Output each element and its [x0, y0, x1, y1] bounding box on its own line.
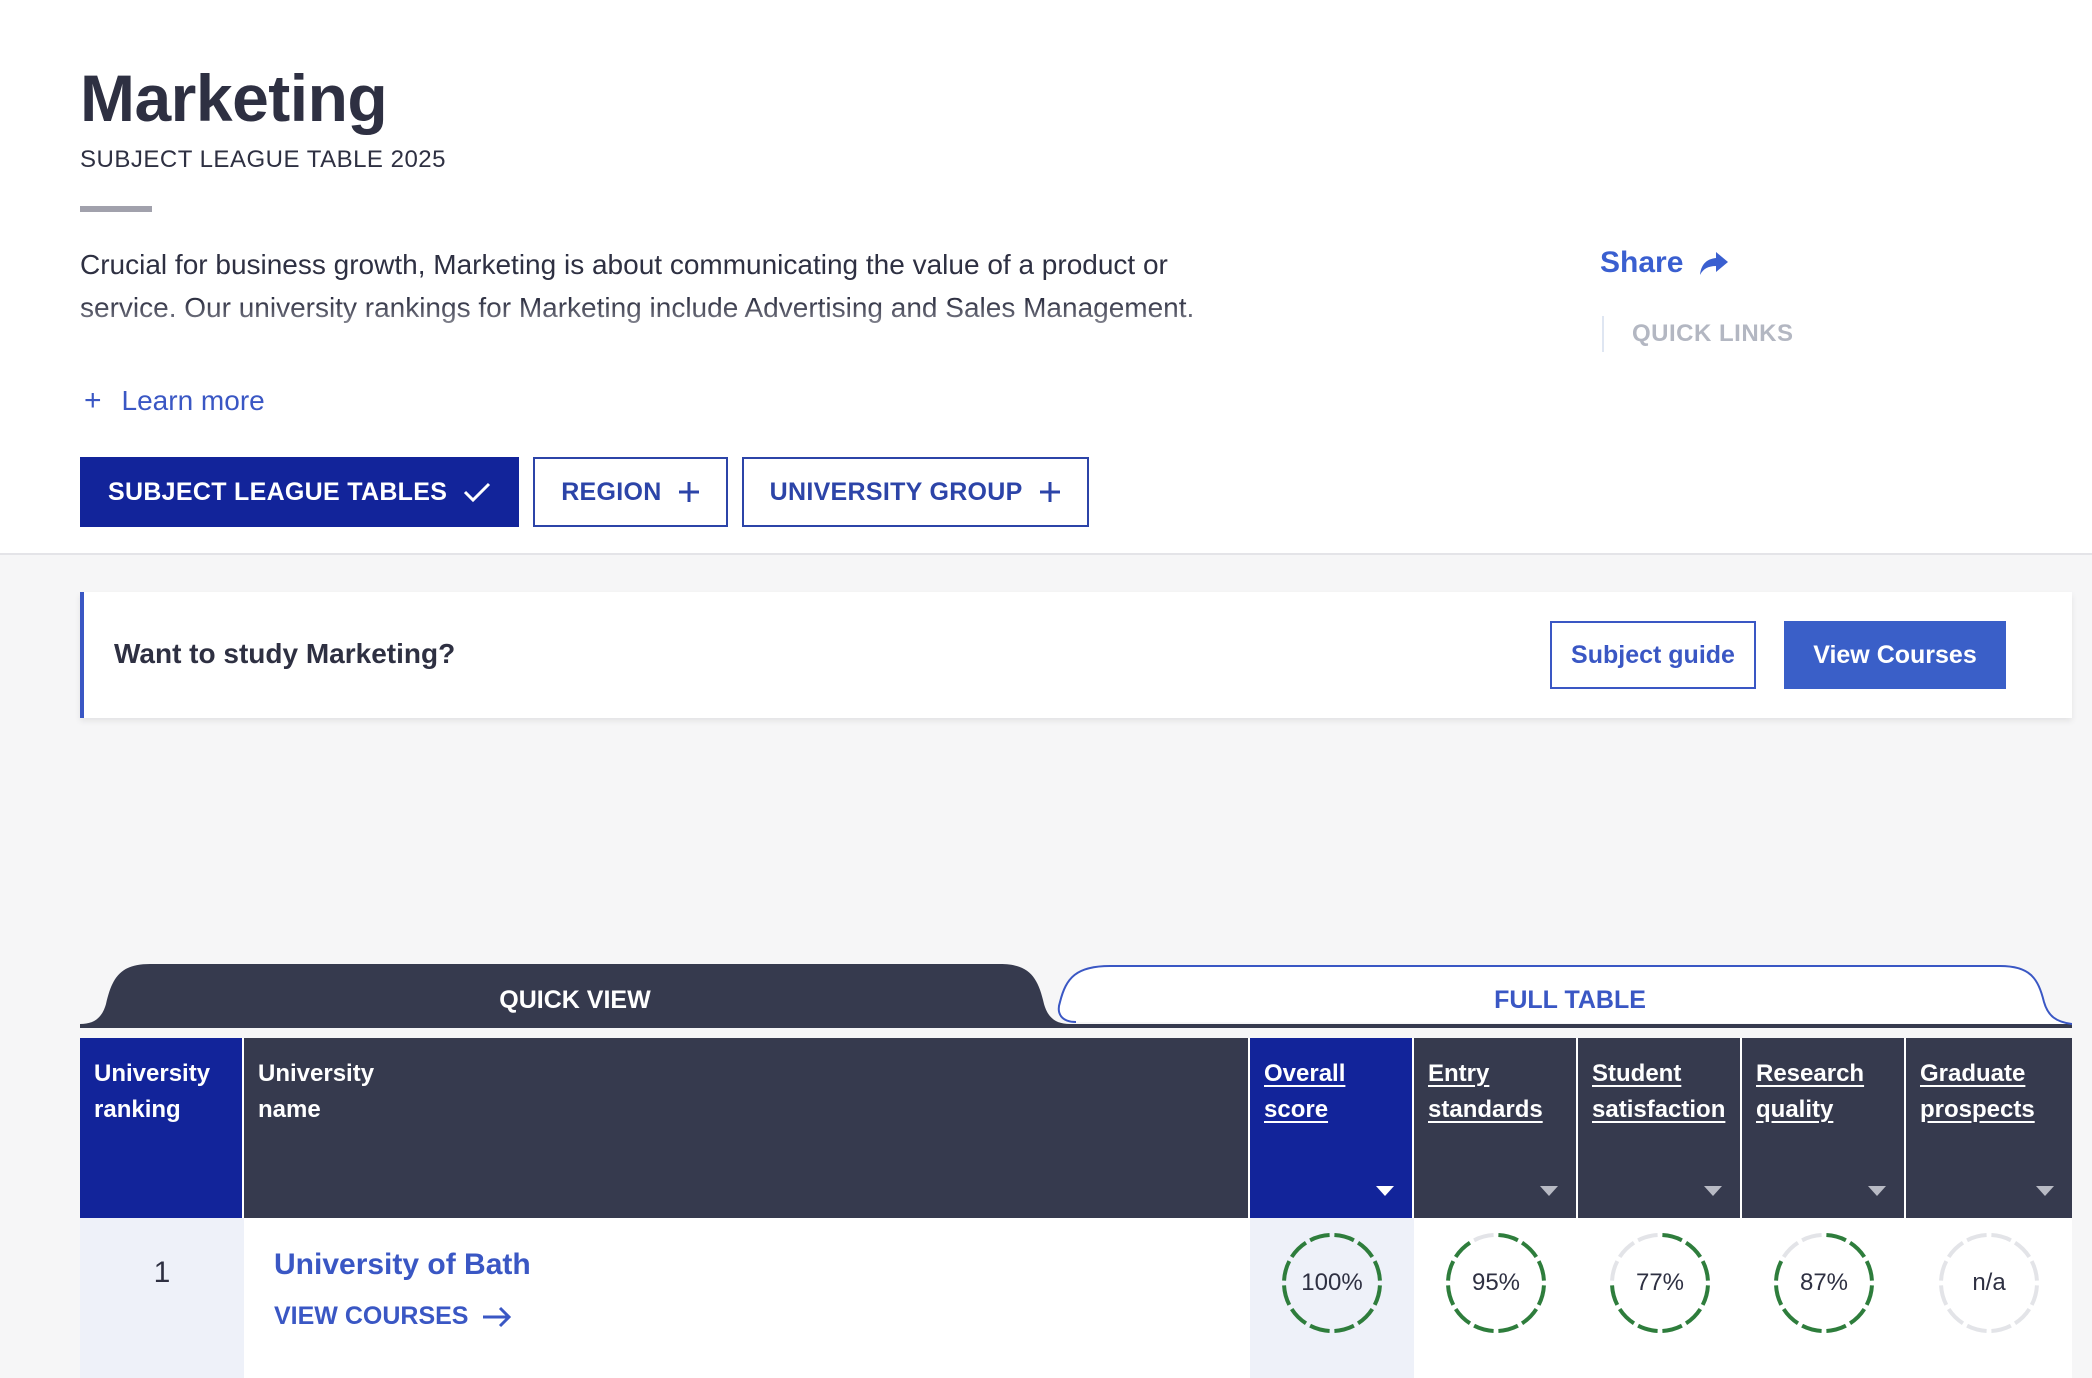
- share-label: Share: [1600, 246, 1684, 279]
- entry-standards-cell: 95%: [1414, 1218, 1578, 1378]
- view-courses-button[interactable]: View Courses: [1784, 621, 2006, 689]
- learn-more-label: Learn more: [121, 385, 265, 416]
- university-name-cell: University of Bath VIEW COURSES: [244, 1218, 1250, 1378]
- col-research-quality-sort[interactable]: Research quality: [1742, 1038, 1906, 1218]
- col-label-line2: standards: [1428, 1096, 1543, 1123]
- score-value: 95%: [1471, 1269, 1521, 1296]
- tab-full-table[interactable]: FULL TABLE: [1070, 986, 2070, 1015]
- col-label-line1: Graduate: [1920, 1060, 2026, 1087]
- col-entry-standards-sort[interactable]: Entry standards: [1414, 1038, 1578, 1218]
- tab-quick-view[interactable]: QUICK VIEW: [80, 986, 1070, 1015]
- learn-more-link[interactable]: + Learn more: [84, 384, 265, 418]
- study-question: Want to study Marketing?: [114, 638, 456, 669]
- score-ring: 100%: [1280, 1231, 1384, 1335]
- col-label-line2: satisfaction: [1592, 1096, 1726, 1123]
- page-header: Marketing SUBJECT LEAGUE TABLE 2025 Cruc…: [0, 0, 2092, 555]
- study-banner: Want to study Marketing? Subject guide V…: [80, 592, 2072, 718]
- overall-score-cell: 100%: [1250, 1218, 1414, 1378]
- col-label-line2: quality: [1756, 1096, 1834, 1123]
- sort-caret-icon: [1704, 1186, 1722, 1196]
- score-value: 87%: [1799, 1269, 1849, 1296]
- quick-links-heading[interactable]: QUICK LINKS: [1602, 316, 1794, 352]
- title-divider: [80, 206, 152, 212]
- score-value: n/a: [1972, 1269, 2006, 1296]
- score-value: 77%: [1635, 1269, 1685, 1296]
- col-university-ranking: University ranking: [80, 1038, 244, 1218]
- share-icon: [1700, 252, 1729, 275]
- filter-bar: SUBJECT LEAGUE TABLES REGION UNIVERSITY …: [80, 457, 1089, 527]
- score-ring: 87%: [1772, 1231, 1876, 1335]
- page-title: Marketing: [80, 61, 388, 135]
- col-overall-score-sort[interactable]: Overall score: [1250, 1038, 1414, 1218]
- plus-icon: [1039, 482, 1060, 502]
- col-label-line2: name: [258, 1096, 321, 1123]
- col-university-name: University name: [244, 1038, 1250, 1218]
- subject-guide-button[interactable]: Subject guide: [1550, 621, 1756, 689]
- view-courses-link[interactable]: VIEW COURSES: [274, 1302, 1220, 1331]
- sort-caret-icon: [1540, 1186, 1558, 1196]
- col-label-line2: ranking: [94, 1096, 181, 1123]
- university-group-button[interactable]: UNIVERSITY GROUP: [741, 457, 1089, 527]
- region-label: REGION: [561, 477, 662, 506]
- col-label-line2: prospects: [1920, 1096, 2035, 1123]
- subject-league-tables-label: SUBJECT LEAGUE TABLES: [108, 477, 448, 506]
- sort-caret-icon: [1376, 1186, 1394, 1196]
- university-group-label: UNIVERSITY GROUP: [769, 477, 1023, 506]
- graduate-prospects-cell: n/a: [1906, 1218, 2072, 1378]
- col-label-line2: score: [1264, 1096, 1329, 1123]
- col-label-line1: Entry: [1428, 1060, 1490, 1087]
- score-value: 100%: [1301, 1269, 1363, 1296]
- col-label-line1: Research: [1756, 1060, 1865, 1087]
- arrow-right-icon: [483, 1306, 512, 1327]
- table-header: University ranking University name Overa…: [80, 1038, 2072, 1218]
- region-button[interactable]: REGION: [533, 457, 728, 527]
- page-subtitle: SUBJECT LEAGUE TABLE 2025: [80, 146, 446, 173]
- view-courses-label: VIEW COURSES: [274, 1302, 469, 1330]
- share-button[interactable]: Share: [1600, 246, 1729, 280]
- sort-caret-icon: [1868, 1186, 1886, 1196]
- university-name-link[interactable]: University of Bath: [274, 1248, 1220, 1282]
- col-label-line1: University: [258, 1060, 375, 1087]
- col-label-line1: University: [94, 1060, 211, 1087]
- col-label-line1: Student: [1592, 1060, 1682, 1087]
- score-ring: n/a: [1937, 1231, 2041, 1335]
- col-student-satisfaction-sort[interactable]: Student satisfaction: [1578, 1038, 1742, 1218]
- view-tabs: QUICK VIEW FULL TABLE: [80, 964, 2072, 1028]
- description-fade: [80, 300, 1280, 370]
- sort-caret-icon: [2036, 1186, 2054, 1196]
- student-satisfaction-cell: 77%: [1578, 1218, 1742, 1378]
- research-quality-cell: 87%: [1742, 1218, 1906, 1378]
- col-label-line1: Overall: [1264, 1060, 1346, 1087]
- plus-icon: [678, 482, 699, 502]
- score-ring: 95%: [1444, 1231, 1548, 1335]
- score-ring: 77%: [1608, 1231, 1712, 1335]
- plus-icon: +: [84, 384, 102, 417]
- col-graduate-prospects-sort[interactable]: Graduate prospects: [1906, 1038, 2072, 1218]
- table-row: 1 University of Bath VIEW COURSES 100% 9…: [80, 1218, 2072, 1378]
- rank-cell: 1: [80, 1218, 244, 1378]
- check-icon: [464, 482, 491, 503]
- subject-league-tables-button[interactable]: SUBJECT LEAGUE TABLES: [80, 457, 520, 527]
